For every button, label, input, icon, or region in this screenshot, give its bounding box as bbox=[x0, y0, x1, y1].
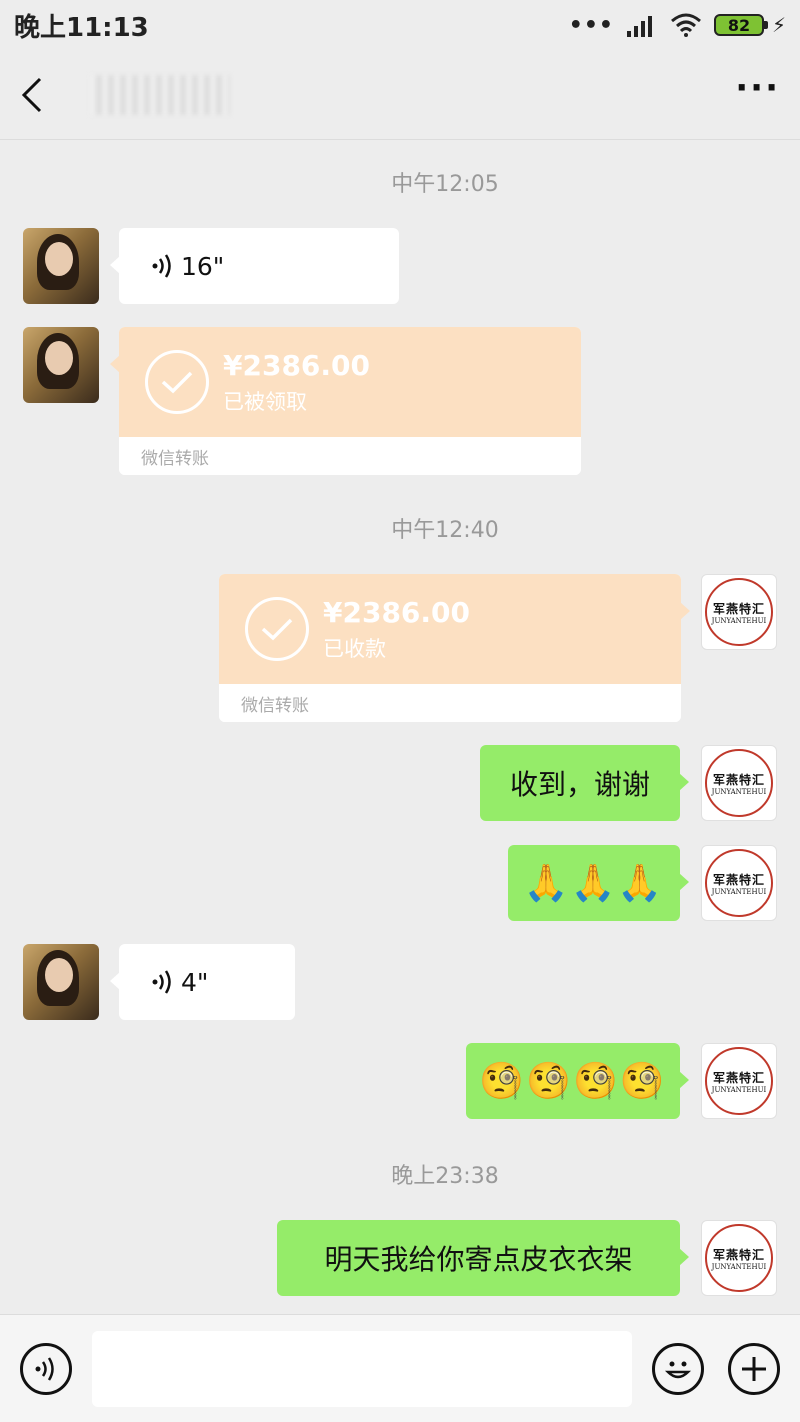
transfer-status: 已收款 bbox=[323, 636, 386, 661]
emoji-message[interactable]: 🧐🧐🧐🧐 bbox=[466, 1043, 689, 1119]
voice-duration: 16" bbox=[181, 251, 225, 281]
smiley-icon bbox=[664, 1361, 692, 1379]
avatar-contact[interactable] bbox=[23, 228, 99, 304]
charging-icon: ⚡ bbox=[771, 13, 786, 37]
transfer-card[interactable]: ¥2386.00 已被领取 微信转账 bbox=[110, 327, 581, 475]
plus-icon bbox=[742, 1357, 766, 1381]
brand-logo-icon: 军燕特汇 JUNYANTEHUI bbox=[705, 749, 773, 817]
avatar-self[interactable]: 军燕特汇 JUNYANTEHUI bbox=[701, 745, 777, 821]
voice-message[interactable]: 4" bbox=[110, 944, 295, 1020]
voice-input-button[interactable] bbox=[20, 1343, 72, 1395]
signal-dots-icon: ••• bbox=[568, 12, 614, 38]
status-icons: ••• 82 ⚡ bbox=[569, 13, 786, 38]
avatar-contact[interactable] bbox=[23, 944, 99, 1020]
transfer-footer: 微信转账 bbox=[219, 684, 681, 722]
more-button[interactable]: ··· bbox=[735, 71, 780, 119]
status-bar: 晚上11:13 ••• 82 ⚡ bbox=[0, 0, 800, 50]
text-message[interactable]: 明天我给你寄点皮衣衣架 bbox=[277, 1220, 689, 1296]
transfer-footer: 微信转账 bbox=[119, 437, 581, 475]
emoji-message[interactable]: 🙏🙏🙏 bbox=[508, 845, 689, 921]
voice-wave-icon bbox=[152, 970, 171, 994]
signal-strength-icon bbox=[626, 16, 652, 37]
transfer-amount: ¥2386.00 bbox=[223, 348, 371, 382]
brand-logo-icon: 军燕特汇 JUNYANTEHUI bbox=[705, 849, 773, 917]
chat-title bbox=[90, 74, 230, 115]
avatar-self[interactable]: 军燕特汇 JUNYANTEHUI bbox=[701, 574, 777, 650]
transfer-card[interactable]: ¥2386.00 已收款 微信转账 bbox=[219, 574, 690, 722]
brand-logo-icon: 军燕特汇 JUNYANTEHUI bbox=[705, 1224, 773, 1292]
transfer-status: 已被领取 bbox=[223, 389, 307, 414]
add-button[interactable] bbox=[728, 1343, 780, 1395]
battery-level: 82 bbox=[727, 15, 751, 35]
voice-wave-icon bbox=[152, 254, 171, 278]
voice-message[interactable]: 16" bbox=[110, 228, 399, 304]
brand-logo-icon: 军燕特汇 JUNYANTEHUI bbox=[705, 578, 773, 646]
chevron-left-icon bbox=[21, 77, 42, 112]
message-text: 收到，谢谢 bbox=[509, 768, 650, 801]
message-input[interactable] bbox=[92, 1331, 632, 1407]
message-emoji: 🧐🧐🧐🧐 bbox=[479, 1061, 667, 1102]
timestamp: 中午12:05 bbox=[391, 172, 499, 197]
back-button[interactable] bbox=[20, 70, 60, 120]
brand-logo-icon: 军燕特汇 JUNYANTEHUI bbox=[705, 1047, 773, 1115]
status-time: 晚上11:13 bbox=[14, 12, 149, 43]
avatar-self[interactable]: 军燕特汇 JUNYANTEHUI bbox=[701, 1220, 777, 1296]
battery-icon: 82 bbox=[713, 14, 768, 36]
avatar-self[interactable]: 军燕特汇 JUNYANTEHUI bbox=[701, 1043, 777, 1119]
voice-duration: 4" bbox=[181, 967, 209, 997]
timestamp: 晚上23:38 bbox=[391, 1164, 499, 1189]
transfer-amount: ¥2386.00 bbox=[323, 595, 471, 629]
avatar-self[interactable]: 军燕特汇 JUNYANTEHUI bbox=[701, 845, 777, 921]
check-circle-icon bbox=[245, 597, 309, 661]
avatar-contact[interactable] bbox=[23, 327, 99, 403]
timestamp: 中午12:40 bbox=[391, 518, 499, 543]
voice-icon bbox=[35, 1357, 54, 1381]
input-bar bbox=[0, 1314, 800, 1422]
check-circle-icon bbox=[145, 350, 209, 414]
chat-header: ··· bbox=[0, 50, 800, 140]
emoji-button[interactable] bbox=[652, 1343, 704, 1395]
text-message[interactable]: 收到，谢谢 bbox=[480, 745, 689, 821]
message-emoji: 🙏🙏🙏 bbox=[523, 863, 665, 904]
wifi-icon bbox=[670, 13, 701, 37]
message-text: 明天我给你寄点皮衣衣架 bbox=[324, 1243, 633, 1276]
